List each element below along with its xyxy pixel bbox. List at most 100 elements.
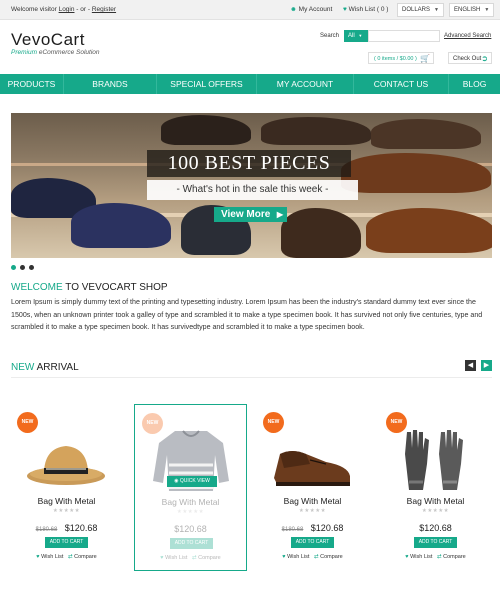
product-price: $180.68 $120.68: [256, 518, 369, 536]
shoe-shape: [366, 208, 492, 253]
rating-stars: ★★★★★: [176, 509, 205, 515]
shuffle-icon: ⇄: [191, 555, 197, 561]
product-name[interactable]: Bag With Metal: [135, 497, 246, 507]
login-link[interactable]: Login: [59, 6, 75, 13]
search-input[interactable]: [368, 30, 440, 42]
product-card[interactable]: NEW Bag With Metal ★★★★★ $180.68 $120.68…: [10, 404, 123, 571]
welcome-paragraph: Lorem Ipsum is simply dummy text of the …: [11, 298, 483, 331]
my-account-link[interactable]: ☻ My Account: [290, 6, 332, 13]
product-price: $180.68 $120.68: [10, 518, 123, 536]
logo[interactable]: VevoCart: [11, 30, 85, 50]
current-price: $120.68: [174, 524, 207, 534]
compare-link[interactable]: Compare: [443, 554, 466, 560]
current-price: $120.68: [419, 523, 452, 533]
checkout-icon: ➲: [481, 54, 488, 63]
user-icon: ☻: [290, 6, 297, 13]
carousel-next-button[interactable]: ▶: [481, 360, 492, 371]
wishlist-link[interactable]: Wish List: [165, 555, 187, 561]
add-to-cart-button[interactable]: ADD TO CART: [170, 538, 213, 549]
rating-stars: ★★★★★: [298, 508, 327, 514]
rating-stars: ★★★★★: [421, 508, 450, 514]
add-to-cart-button[interactable]: ADD TO CART: [45, 537, 88, 548]
chevron-down-icon: ▼: [358, 33, 363, 38]
currency-select[interactable]: DOLLARS ▼: [397, 3, 444, 17]
welcome-heading: WELCOME TO VEVOCART SHOP: [11, 282, 168, 293]
chevron-down-icon: ▼: [434, 7, 439, 13]
product-name[interactable]: Bag With Metal: [256, 496, 369, 506]
product-name[interactable]: Bag With Metal: [10, 496, 123, 506]
shoe-shape: [341, 153, 491, 193]
heart-icon: ♥: [282, 554, 286, 560]
product-price: $120.68: [379, 518, 492, 536]
slider-dots: [11, 265, 34, 270]
shuffle-icon: ⇄: [436, 554, 442, 560]
search-label: Search: [320, 33, 340, 39]
nav-blog[interactable]: BLOG: [449, 74, 500, 94]
product-price: $120.68: [135, 519, 246, 537]
hero-title: 100 BEST PIECES: [147, 150, 351, 177]
nav-special-offers[interactable]: SPECIAL OFFERS: [157, 74, 257, 94]
shuffle-icon: ⇄: [67, 554, 73, 560]
rating-stars: ★★★★★: [52, 508, 81, 514]
arrow-right-icon: ▶: [276, 210, 283, 219]
search-category-select[interactable]: All ▼: [344, 30, 368, 42]
carousel-prev-button[interactable]: ◀: [465, 360, 476, 371]
wishlist-link[interactable]: ♥ Wish List ( 0 ): [343, 6, 388, 13]
top-bar: Welcome visitor Login - or - Register ☻ …: [0, 0, 500, 20]
view-more-button[interactable]: View More ▶: [214, 207, 287, 222]
compare-link[interactable]: Compare: [320, 554, 343, 560]
wishlist-link[interactable]: Wish List: [287, 554, 309, 560]
main-nav: PRODUCTS BRANDS SPECIAL OFFERS MY ACCOUN…: [0, 74, 500, 94]
divider: [11, 377, 492, 378]
advanced-search-link[interactable]: Advanced Search: [444, 33, 491, 39]
nav-my-account[interactable]: MY ACCOUNT: [257, 74, 354, 94]
shoe-shape: [161, 115, 251, 145]
old-price: $180.68: [35, 527, 58, 533]
current-price: $120.68: [64, 523, 98, 533]
shoe-image: [274, 451, 350, 486]
product-card[interactable]: NEW ◉ QUICK VIEW Bag With Metal ★★★★★ $1…: [134, 404, 247, 571]
shoe-shape: [261, 117, 371, 145]
slider-dot-2[interactable]: [20, 265, 25, 270]
wishlist-link[interactable]: Wish List: [410, 554, 432, 560]
new-arrival-heading: NEW ARRIVAL: [11, 362, 79, 373]
current-price: $120.68: [310, 523, 344, 533]
compare-link[interactable]: Compare: [198, 555, 221, 561]
product-actions: ♥ Wish List ⇄ Compare: [256, 554, 369, 560]
slider-dot-3[interactable]: [29, 265, 34, 270]
language-select[interactable]: ENGLISH ▼: [449, 3, 495, 17]
heart-icon: ♥: [36, 554, 40, 560]
shuffle-icon: ⇄: [313, 554, 319, 560]
checkout-button[interactable]: Check Out ➲: [448, 52, 492, 64]
nav-contact-us[interactable]: CONTACT US: [354, 74, 449, 94]
gloves-image: [405, 430, 463, 490]
eye-icon: ◉: [174, 478, 179, 484]
register-link[interactable]: Register: [92, 6, 116, 13]
product-card[interactable]: NEW Bag With Metal ★★★★★ $180.68 $120.68…: [256, 404, 369, 571]
logo-tagline: Premium eCommerce Solution: [11, 49, 100, 56]
shoe-shape: [71, 203, 171, 248]
slider-dot-1[interactable]: [11, 265, 16, 270]
chevron-left-icon: ◀: [467, 362, 474, 369]
chevron-down-icon: ▼: [484, 7, 490, 13]
welcome-message: Welcome visitor Login - or - Register: [11, 6, 117, 13]
product-name[interactable]: Bag With Metal: [379, 496, 492, 506]
product-actions: ♥ Wish List ⇄ Compare: [10, 554, 123, 560]
wishlist-link[interactable]: Wish List: [41, 554, 63, 560]
cart-summary[interactable]: ( 0 items / $0.00 ) 🛒: [368, 52, 434, 64]
compare-link[interactable]: Compare: [74, 554, 97, 560]
shoe-shape: [371, 119, 481, 149]
quick-view-button[interactable]: ◉ QUICK VIEW: [167, 476, 217, 487]
product-card[interactable]: NEW Bag With Metal ★★★★★ $120.68 ADD TO …: [379, 404, 492, 571]
nav-brands[interactable]: BRANDS: [64, 74, 157, 94]
heart-icon: ♥: [343, 6, 347, 13]
old-price: $180.68: [281, 527, 304, 533]
product-actions: ♥ Wish List ⇄ Compare: [379, 554, 492, 560]
nav-products[interactable]: PRODUCTS: [0, 74, 64, 94]
cart-icon: 🛒: [420, 54, 430, 63]
chevron-right-icon: ▶: [483, 362, 490, 369]
hero-subtitle: - What's hot in the sale this week -: [147, 180, 358, 200]
heart-icon: ♥: [405, 554, 409, 560]
add-to-cart-button[interactable]: ADD TO CART: [414, 537, 457, 548]
add-to-cart-button[interactable]: ADD TO CART: [291, 537, 334, 548]
